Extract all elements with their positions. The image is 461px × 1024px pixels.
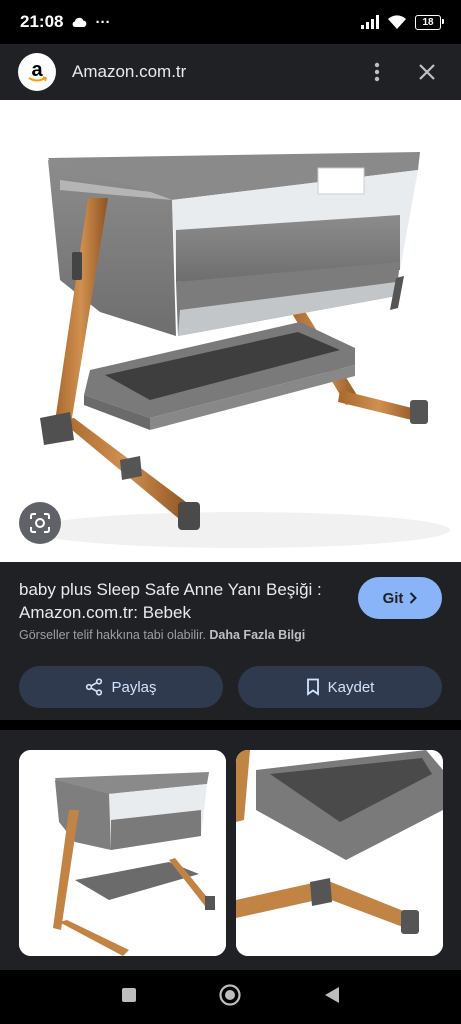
battery-icon: 18 (415, 14, 444, 30)
svg-text:a: a (31, 59, 43, 81)
copyright-text: Görseller telif hakkına tabi olabilir. (19, 628, 206, 642)
save-label: Kaydet (327, 678, 375, 696)
clock: 21:08 (20, 12, 64, 31)
bedside-crib-illustration (0, 100, 461, 562)
more-notifications: ··· (95, 13, 111, 31)
copyright-notice: Görseller telif hakkına tabi olabilir. D… (19, 628, 305, 642)
google-lens-button[interactable] (19, 502, 61, 544)
crib-thumbnail-1 (19, 750, 226, 956)
more-info-link[interactable]: Daha Fazla Bilgi (209, 628, 305, 642)
close-icon (419, 64, 435, 80)
home-circle-icon (219, 983, 242, 1006)
site-title[interactable]: Amazon.com.tr (72, 62, 343, 82)
visit-button-label: Git (382, 589, 404, 607)
more-vert-icon (374, 62, 380, 82)
save-button[interactable]: Kaydet (238, 666, 442, 708)
recents-button[interactable] (121, 987, 137, 1008)
related-image-1[interactable] (19, 750, 226, 956)
viewer-header: a Amazon.com.tr (0, 44, 461, 100)
visit-button[interactable]: Git (358, 577, 442, 619)
section-divider (0, 720, 461, 730)
related-image-2[interactable] (236, 750, 443, 956)
cloud-icon (73, 17, 87, 27)
wifi-icon (388, 14, 406, 29)
system-navigation-bar (0, 970, 461, 1024)
crib-thumbnail-2 (236, 750, 443, 956)
related-images (0, 730, 461, 970)
more-options-button[interactable] (361, 56, 393, 88)
product-image[interactable] (0, 100, 461, 562)
home-button[interactable] (218, 983, 242, 1012)
back-button[interactable] (324, 986, 340, 1009)
result-info: baby plus Sleep Safe Anne Yanı Beşiği : … (0, 562, 461, 720)
chevron-right-icon (410, 592, 418, 604)
lens-icon (30, 513, 50, 533)
signal-icon (361, 15, 379, 29)
bookmark-icon (306, 678, 319, 696)
result-title[interactable]: baby plus Sleep Safe Anne Yanı Beşiği : … (19, 578, 334, 624)
share-button[interactable]: Paylaş (19, 666, 223, 708)
share-label: Paylaş (111, 678, 157, 696)
status-bar: 21:08 ··· 18 (0, 0, 461, 44)
amazon-logo: a (18, 53, 56, 91)
back-triangle-icon (325, 986, 340, 1003)
share-icon (86, 678, 103, 696)
close-button[interactable] (411, 56, 443, 88)
square-icon (121, 987, 136, 1002)
